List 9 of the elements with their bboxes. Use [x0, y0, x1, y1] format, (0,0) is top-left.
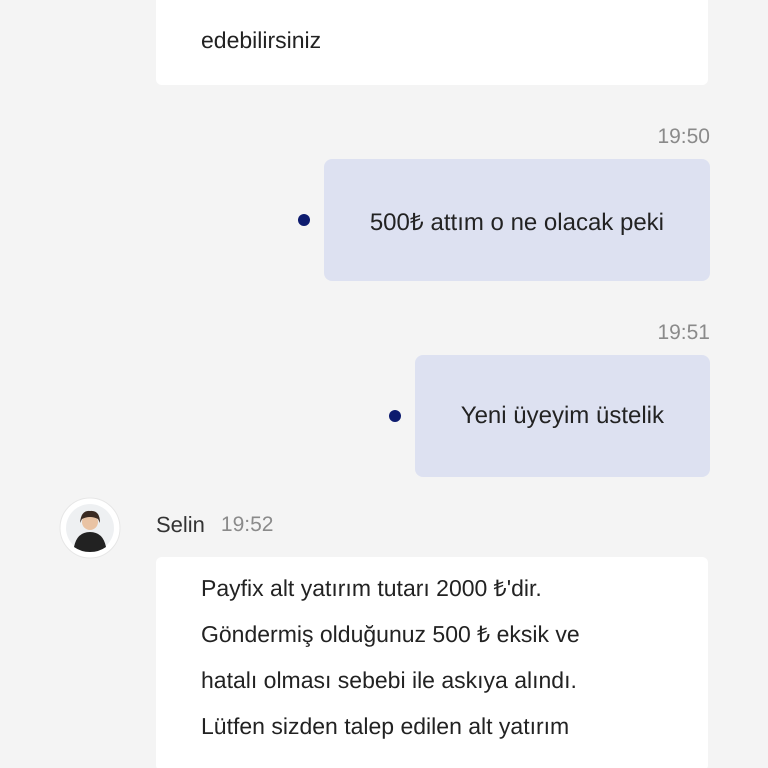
message-text: Payfix alt yatırım tutarı 2000 ₺'dir. Göndermiş olduğunuz 500 ₺ eksik ve hatalı olması sebebi ile askıya alındı. Lütfen sizden talep edilen alt yatırım: [201, 574, 581, 741]
sender-name: Selin: [156, 512, 205, 538]
user-message-bubble: 500₺ attım o ne olacak peki: [324, 159, 710, 281]
message-time: 19:50: [657, 125, 710, 149]
message-time: 19:51: [657, 321, 710, 345]
message-time: 19:52: [220, 513, 274, 537]
avatar: [59, 497, 121, 559]
message-text: edebilirsiniz: [201, 26, 322, 55]
user-message-bubble: Yeni üyeyim üstelik: [414, 355, 710, 477]
